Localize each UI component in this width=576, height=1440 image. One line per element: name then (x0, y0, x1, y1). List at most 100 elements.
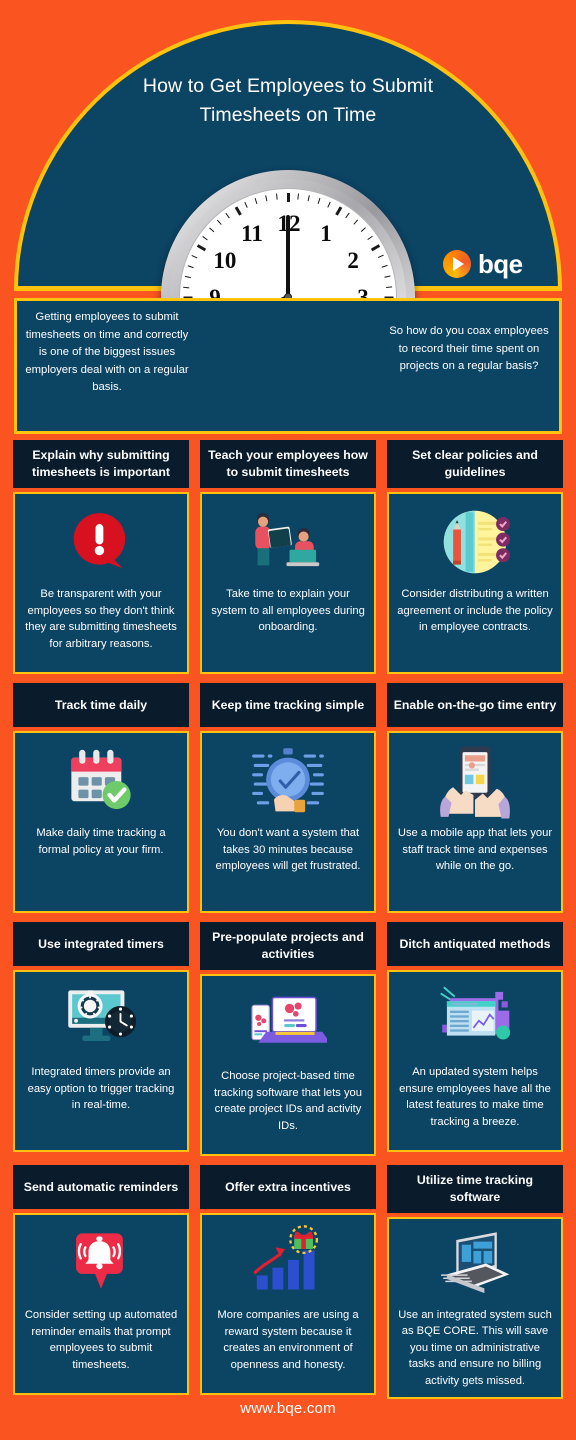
tip-card-title: Set clear policies and guidelines (387, 440, 563, 488)
clock-tick (384, 275, 391, 279)
tip-card-title: Send automatic reminders (13, 1165, 189, 1209)
clock-tick (202, 235, 209, 241)
tip-card-body: Consider distributing a written agreemen… (387, 492, 563, 674)
tip-card: Explain why submitting timesheets is imp… (13, 440, 189, 674)
clock-tick (276, 193, 279, 200)
bqe-logo-text: bqe (478, 249, 523, 279)
growth-bars-gift-icon (210, 1221, 366, 1305)
clock-tick (386, 286, 393, 289)
tip-card-body: Consider setting up automated reminder e… (13, 1213, 189, 1395)
tip-card: Ditch antiquated methods An updated syste… (387, 922, 563, 1156)
calendar-check-icon (71, 749, 131, 810)
clock-tick (183, 286, 190, 289)
monitor-stopwatch-clock-icon (23, 978, 179, 1062)
intro-panel: Getting employees to submit timesheets o… (14, 298, 562, 434)
clock-tick (345, 212, 351, 219)
tip-card-text: Make daily time tracking a formal policy… (36, 827, 166, 856)
laptop-phone-gears-icon (251, 996, 327, 1043)
tip-card: Offer extra incentives More companies are… (200, 1165, 376, 1399)
tip-card: Pre-populate projects and activities Choo… (200, 922, 376, 1156)
tip-card-title: Teach your employees how to submit times… (200, 440, 376, 488)
tip-card: Utilize time tracking software Use an int… (387, 1165, 563, 1399)
clock-tick (367, 235, 374, 241)
clock-numeral: 10 (213, 248, 237, 273)
tip-card-title: Pre-populate projects and activities (200, 922, 376, 970)
hands-holding-smartphone-icon (397, 739, 553, 823)
tip-card-body: You don't want a system that takes 30 mi… (200, 731, 376, 913)
stopwatch-thumbs-up-icon (252, 748, 324, 813)
tip-card: Set clear policies and guidelines Conside… (387, 440, 563, 674)
two-people-training-laptop-icon (255, 513, 320, 567)
clock-tick (254, 197, 259, 205)
page-title: How to Get Employees to Submit Timesheet… (142, 75, 434, 126)
laptop-software-icon (397, 1225, 553, 1305)
tip-card-body: Choose project-based time tracking softw… (200, 974, 376, 1156)
clock-tick (209, 227, 215, 233)
tip-card-body: Be transparent with your employees so th… (13, 492, 189, 674)
tip-card-title: Explain why submitting timesheets is imp… (13, 440, 189, 488)
dashboard-window-chart-icon (440, 986, 511, 1040)
clock-tick (217, 219, 223, 225)
clock-tick (191, 254, 198, 259)
clock-tick (297, 193, 300, 200)
tip-card-text: Use an integrated system such as BQE COR… (398, 1308, 552, 1387)
tip-card-text: You don't want a system that takes 30 mi… (215, 827, 361, 872)
tip-card-text: An updated system helps ensure employees… (399, 1066, 551, 1128)
infographic-page: How to Get Employees to Submit Timesheet… (0, 0, 576, 1440)
clock-tick (244, 201, 249, 208)
tip-card-body: More companies are using a reward system… (200, 1213, 376, 1395)
footer-url: www.bqe.com (240, 1400, 336, 1417)
clock-tick (307, 195, 311, 202)
clock-numeral: 11 (241, 220, 263, 246)
tip-card-text: More companies are using a reward system… (217, 1309, 359, 1371)
tip-card-body: Integrated timers provide an easy option… (13, 970, 189, 1152)
tip-card-title: Enable on-the-go time entry (387, 683, 563, 727)
tip-card-text: Be transparent with your employees so th… (25, 588, 177, 650)
tip-card-title: Use integrated timers (13, 922, 189, 966)
bqe-logo: bqe (443, 249, 523, 279)
hands-holding-smartphone-icon (440, 746, 510, 819)
clock-tick (370, 244, 380, 252)
bqe-play-circle-icon (443, 250, 471, 278)
tip-card: Enable on-the-go time entry Use a mobile … (387, 683, 563, 913)
checklist-pencil-document-icon (443, 510, 511, 574)
clock-tick (234, 206, 242, 216)
tip-card-title: Utilize time tracking software (387, 1165, 563, 1213)
calendar-check-icon (23, 739, 179, 823)
clock-tick (196, 244, 206, 252)
tip-card-text: Integrated timers provide an easy option… (27, 1066, 175, 1111)
clock-tick (327, 201, 332, 208)
red-notification-bell-icon (23, 1221, 179, 1305)
tip-card: Use integrated timers Integrated timers p… (13, 922, 189, 1156)
tip-card-title: Track time daily (13, 683, 189, 727)
clock-tick (317, 197, 322, 205)
growth-bars-gift-icon (253, 1225, 319, 1290)
clock-tick (381, 264, 389, 269)
clock-tick (334, 206, 342, 216)
tips-grid: Explain why submitting timesheets is imp… (13, 440, 563, 1399)
laptop-phone-gears-icon (210, 982, 366, 1066)
tip-card-body: Use an integrated system such as BQE COR… (387, 1217, 563, 1399)
clock-tick (353, 219, 359, 225)
clock-tick (378, 254, 385, 259)
tip-card-body: Take time to explain your system to all … (200, 492, 376, 674)
clock-tick (265, 195, 269, 202)
tip-card-text: Consider setting up automated reminder e… (24, 1309, 178, 1371)
dashboard-window-chart-icon (397, 978, 553, 1062)
clock-tick (286, 193, 290, 202)
tip-card: Teach your employees how to submit times… (200, 440, 376, 674)
red-exclamation-speech-bubble-icon (23, 500, 179, 584)
stopwatch-thumbs-up-icon (210, 739, 366, 823)
tip-card-title: Ditch antiquated methods (387, 922, 563, 966)
clock-tick (187, 264, 195, 269)
tip-card-text: Consider distributing a written agreemen… (397, 588, 553, 633)
tip-card-text: Use a mobile app that lets your staff tr… (397, 827, 553, 872)
clock-tick (225, 212, 231, 219)
tip-card-body: Make daily time tracking a formal policy… (13, 731, 189, 913)
tip-card-title: Offer extra incentives (200, 1165, 376, 1209)
tip-card-title: Keep time tracking simple (200, 683, 376, 727)
checklist-pencil-document-icon (397, 500, 553, 584)
tip-card-text: Choose project-based time tracking softw… (214, 1070, 362, 1132)
tip-card: Keep time tracking simple You don't want … (200, 683, 376, 913)
red-notification-bell-icon (76, 1233, 123, 1289)
